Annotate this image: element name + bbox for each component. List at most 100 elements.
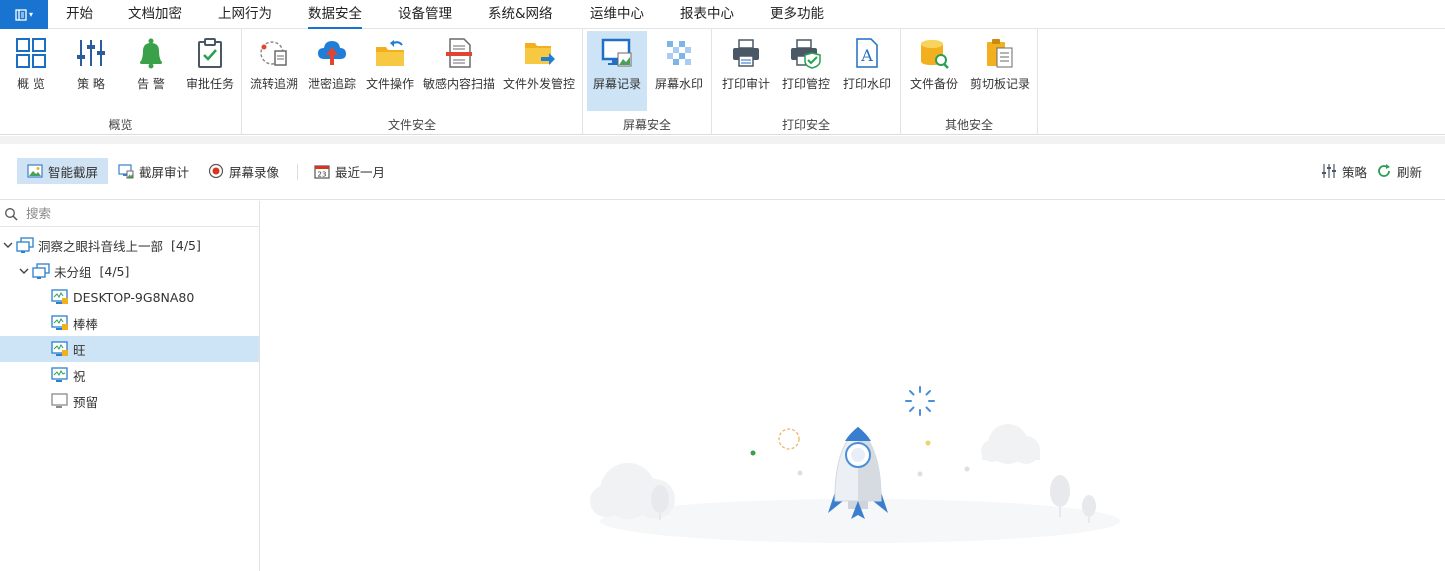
tree-device-label: DESKTOP-9G8NA80: [73, 289, 195, 305]
screen-watermark-button-label: 屏幕水印: [654, 77, 703, 91]
print-watermark-button[interactable]: A 打印水印: [838, 31, 896, 111]
screenshot-audit-button[interactable]: 截屏审计: [108, 158, 199, 184]
refresh-label: 刷新: [1397, 164, 1423, 180]
approval-tasks-button[interactable]: 审批任务: [184, 31, 236, 111]
leak-tracking-button[interactable]: 泄密追踪: [306, 31, 358, 111]
sliders-icon: [73, 35, 109, 71]
record-icon: [208, 163, 224, 179]
tree-node-root[interactable]: 洞察之眼抖音线上一部 [4/5]: [0, 232, 259, 258]
cloud-shape: [981, 424, 1040, 464]
tree-device-selected[interactable]: 旺: [0, 336, 259, 362]
overview-button[interactable]: 概 览: [6, 31, 56, 111]
computer-online-icon: [51, 366, 69, 384]
ribbon-group-label-other-security: 其他安全: [944, 118, 993, 132]
printer-icon: [728, 35, 764, 71]
menu-item-ops-center[interactable]: 运维中心: [590, 0, 644, 29]
clipboard-record-button-label: 剪切板记录: [969, 77, 1030, 91]
search-input[interactable]: [26, 206, 226, 221]
overview-button-label: 概 览: [17, 77, 45, 91]
ribbon-group-label-screen-security: 屏幕安全: [622, 118, 671, 132]
policy-button[interactable]: 策 略: [66, 31, 116, 111]
tree-node-group-count: [4/5]: [99, 263, 130, 279]
tree-node-group-label: 未分组: [54, 264, 92, 280]
date-range-button[interactable]: 23 最近一月: [304, 158, 395, 184]
tree-device[interactable]: 祝: [0, 362, 259, 388]
tree-device-label: 预留: [73, 394, 99, 410]
calendar-icon: 23: [314, 163, 330, 179]
flow-trace-button[interactable]: 流转追溯: [248, 31, 300, 111]
printer-shield-icon: [788, 35, 824, 71]
menu-bar: ▾ 开始 文档加密 上网行为 数据安全 设备管理 系统&网络 运维中心 报表中心…: [0, 0, 1445, 29]
alert-button[interactable]: 告 警: [126, 31, 176, 111]
app-menu-icon: [15, 8, 27, 21]
ribbon-group-label-file-security: 文件安全: [387, 118, 436, 132]
chevron-down-icon[interactable]: [18, 265, 30, 277]
file-backup-button[interactable]: 文件备份: [905, 31, 963, 111]
tree-device-label: 祝: [73, 368, 86, 384]
svg-text:A: A: [860, 46, 873, 65]
print-audit-button[interactable]: 打印审计: [718, 31, 774, 111]
sensitive-scan-button-label: 敏感内容扫描: [422, 77, 495, 91]
computer-locked-icon: [51, 340, 69, 358]
database-search-icon: [916, 35, 952, 71]
tree-device-label: 棒棒: [73, 316, 99, 332]
file-outbound-control-button[interactable]: 文件外发管控: [500, 31, 578, 111]
print-control-button-label: 打印管控: [781, 77, 830, 91]
leak-tracking-button-label: 泄密追踪: [307, 77, 356, 91]
file-operation-button[interactable]: 文件操作: [364, 31, 416, 111]
clipboard-record-button[interactable]: 剪切板记录: [967, 31, 1033, 111]
ribbon-group-other-security: 文件备份 剪切板记录 其他安全: [901, 29, 1038, 135]
clipboard-check-icon: [192, 35, 228, 71]
tree-device-label: 旺: [73, 342, 86, 358]
refresh-icon: [1376, 163, 1392, 179]
folder-send-icon: [521, 35, 557, 71]
rocket-shape: [828, 426, 888, 519]
file-outbound-control-button-label: 文件外发管控: [502, 77, 575, 91]
screen-watermark-button[interactable]: 屏幕水印: [649, 31, 709, 111]
tree-node-group[interactable]: 未分组 [4/5]: [0, 258, 259, 284]
ribbon-group-label-print-security: 打印安全: [781, 118, 830, 132]
computer-offline-icon: [51, 392, 69, 410]
menu-item-start[interactable]: 开始: [66, 0, 93, 29]
tree-device[interactable]: 棒棒: [0, 310, 259, 336]
sensitive-scan-button[interactable]: 敏感内容扫描: [422, 31, 496, 111]
menu-item-device-management[interactable]: 设备管理: [398, 0, 452, 29]
ribbon-group-print-security: 打印审计 打印管控 A 打印水印 打印安全: [712, 29, 901, 135]
screen-recording-button[interactable]: 屏幕录像: [198, 158, 289, 184]
bell-icon: [133, 35, 169, 71]
menu-item-more[interactable]: 更多功能: [770, 0, 824, 29]
tree-node-root-count: [4/5]: [171, 237, 201, 253]
menu-item-report-center[interactable]: 报表中心: [680, 0, 734, 29]
ribbon-group-screen-security: 屏幕记录 屏幕水印 屏幕安全: [583, 29, 712, 135]
smart-capture-button[interactable]: 智能截屏: [17, 158, 109, 184]
document-letter-icon: A: [849, 35, 885, 71]
print-audit-button-label: 打印审计: [721, 77, 770, 91]
folder-arrow-icon: [372, 35, 408, 71]
chevron-down-icon[interactable]: [2, 239, 14, 251]
smart-capture-label: 智能截屏: [48, 164, 99, 180]
tree-device[interactable]: 预留: [0, 388, 259, 414]
refresh-button[interactable]: 刷新: [1366, 158, 1432, 184]
menu-item-system-network[interactable]: 系统&网络: [488, 0, 553, 29]
screenshot-audit-label: 截屏审计: [139, 164, 190, 180]
monitor-image-icon: [599, 35, 635, 71]
ribbon-group-overview: 概 览 策 略 告 警 审批任务 概览: [0, 29, 242, 135]
screenshot-audit-icon: [118, 163, 134, 179]
print-control-button[interactable]: 打印管控: [778, 31, 834, 111]
menu-item-doc-encryption[interactable]: 文档加密: [128, 0, 182, 29]
search-icon: [5, 207, 18, 221]
app-menu-button[interactable]: ▾: [0, 0, 48, 29]
print-watermark-button-label: 打印水印: [842, 77, 891, 91]
menu-item-data-security[interactable]: 数据安全: [308, 0, 362, 29]
screen-record-button-label: 屏幕记录: [592, 77, 641, 91]
computer-group-icon: [32, 262, 50, 280]
menu-item-internet-behavior[interactable]: 上网行为: [218, 0, 272, 29]
tree-device[interactable]: DESKTOP-9G8NA80: [0, 284, 259, 310]
clipboard-icon: [982, 35, 1018, 71]
loading-spinner-icon: [905, 386, 935, 416]
screen-record-button[interactable]: 屏幕记录: [587, 31, 647, 111]
image-icon: [27, 163, 43, 179]
computer-locked-icon: [51, 288, 69, 306]
screen-record-content: [260, 201, 1445, 571]
rocket-illustration: [590, 386, 1120, 543]
